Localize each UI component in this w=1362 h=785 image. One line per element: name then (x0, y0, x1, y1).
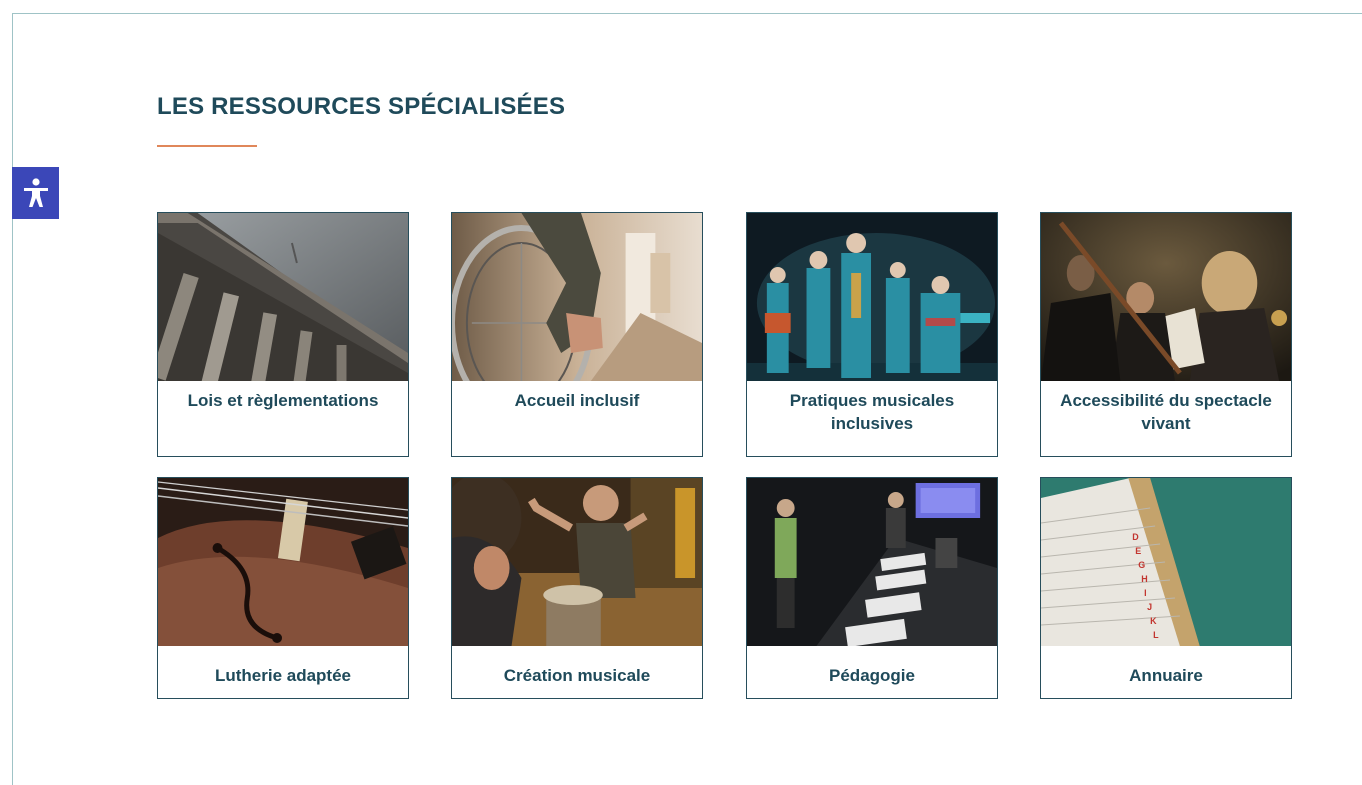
svg-text:H: H (1141, 574, 1147, 584)
wheelchair-hallway-image (452, 213, 702, 381)
card-label: Annuaire (1129, 666, 1203, 685)
resource-card-lois[interactable]: Lois et règlementations (157, 212, 409, 457)
resource-card-pedagogie[interactable]: Pédagogie (746, 477, 998, 699)
card-label: Pratiques musicales inclusives (789, 391, 955, 433)
svg-text:I: I (1144, 588, 1146, 598)
card-label: Pédagogie (829, 666, 915, 685)
resource-card-lutherie[interactable]: Lutherie adaptée (157, 477, 409, 699)
title-underline (157, 145, 257, 147)
accessibility-toolbar-button[interactable] (12, 167, 59, 219)
index-cards-directory-image: DEG HIJ KL (1041, 478, 1291, 646)
frame-left-border (12, 13, 13, 785)
orchestra-musicians-image (1041, 213, 1291, 381)
svg-text:J: J (1147, 602, 1152, 612)
resource-card-accueil[interactable]: Accueil inclusif (451, 212, 703, 457)
courthouse-columns-image (158, 213, 408, 381)
resource-card-creation[interactable]: Création musicale (451, 477, 703, 699)
resource-card-accessibilite[interactable]: Accessibilité du spectacle vivant (1040, 212, 1292, 457)
classroom-workshop-image (747, 478, 997, 646)
child-drum-image (452, 478, 702, 646)
svg-text:K: K (1150, 616, 1157, 626)
stage-performers-image (747, 213, 997, 381)
svg-text:E: E (1135, 546, 1141, 556)
card-label: Accessibilité du spectacle vivant (1060, 391, 1272, 433)
card-label: Création musicale (503, 666, 651, 685)
accessibility-person-icon (23, 178, 48, 207)
violin-closeup-image (158, 478, 408, 646)
card-label: Lois et règlementations (187, 391, 379, 410)
resources-grid: Lois et règlementations Accueil inclusif… (157, 212, 1295, 699)
card-label: Accueil inclusif (514, 391, 640, 410)
svg-text:G: G (1138, 560, 1145, 570)
resource-card-annuaire[interactable]: DEG HIJ KL Annuaire (1040, 477, 1292, 699)
svg-text:L: L (1153, 630, 1159, 640)
resource-card-pratiques[interactable]: Pratiques musicales inclusives (746, 212, 998, 457)
frame-top-border (12, 13, 1362, 14)
card-label: Lutherie adaptée (214, 666, 352, 685)
section-title: LES RESSOURCES SPÉCIALISÉES (157, 93, 566, 120)
svg-text:D: D (1132, 532, 1139, 542)
